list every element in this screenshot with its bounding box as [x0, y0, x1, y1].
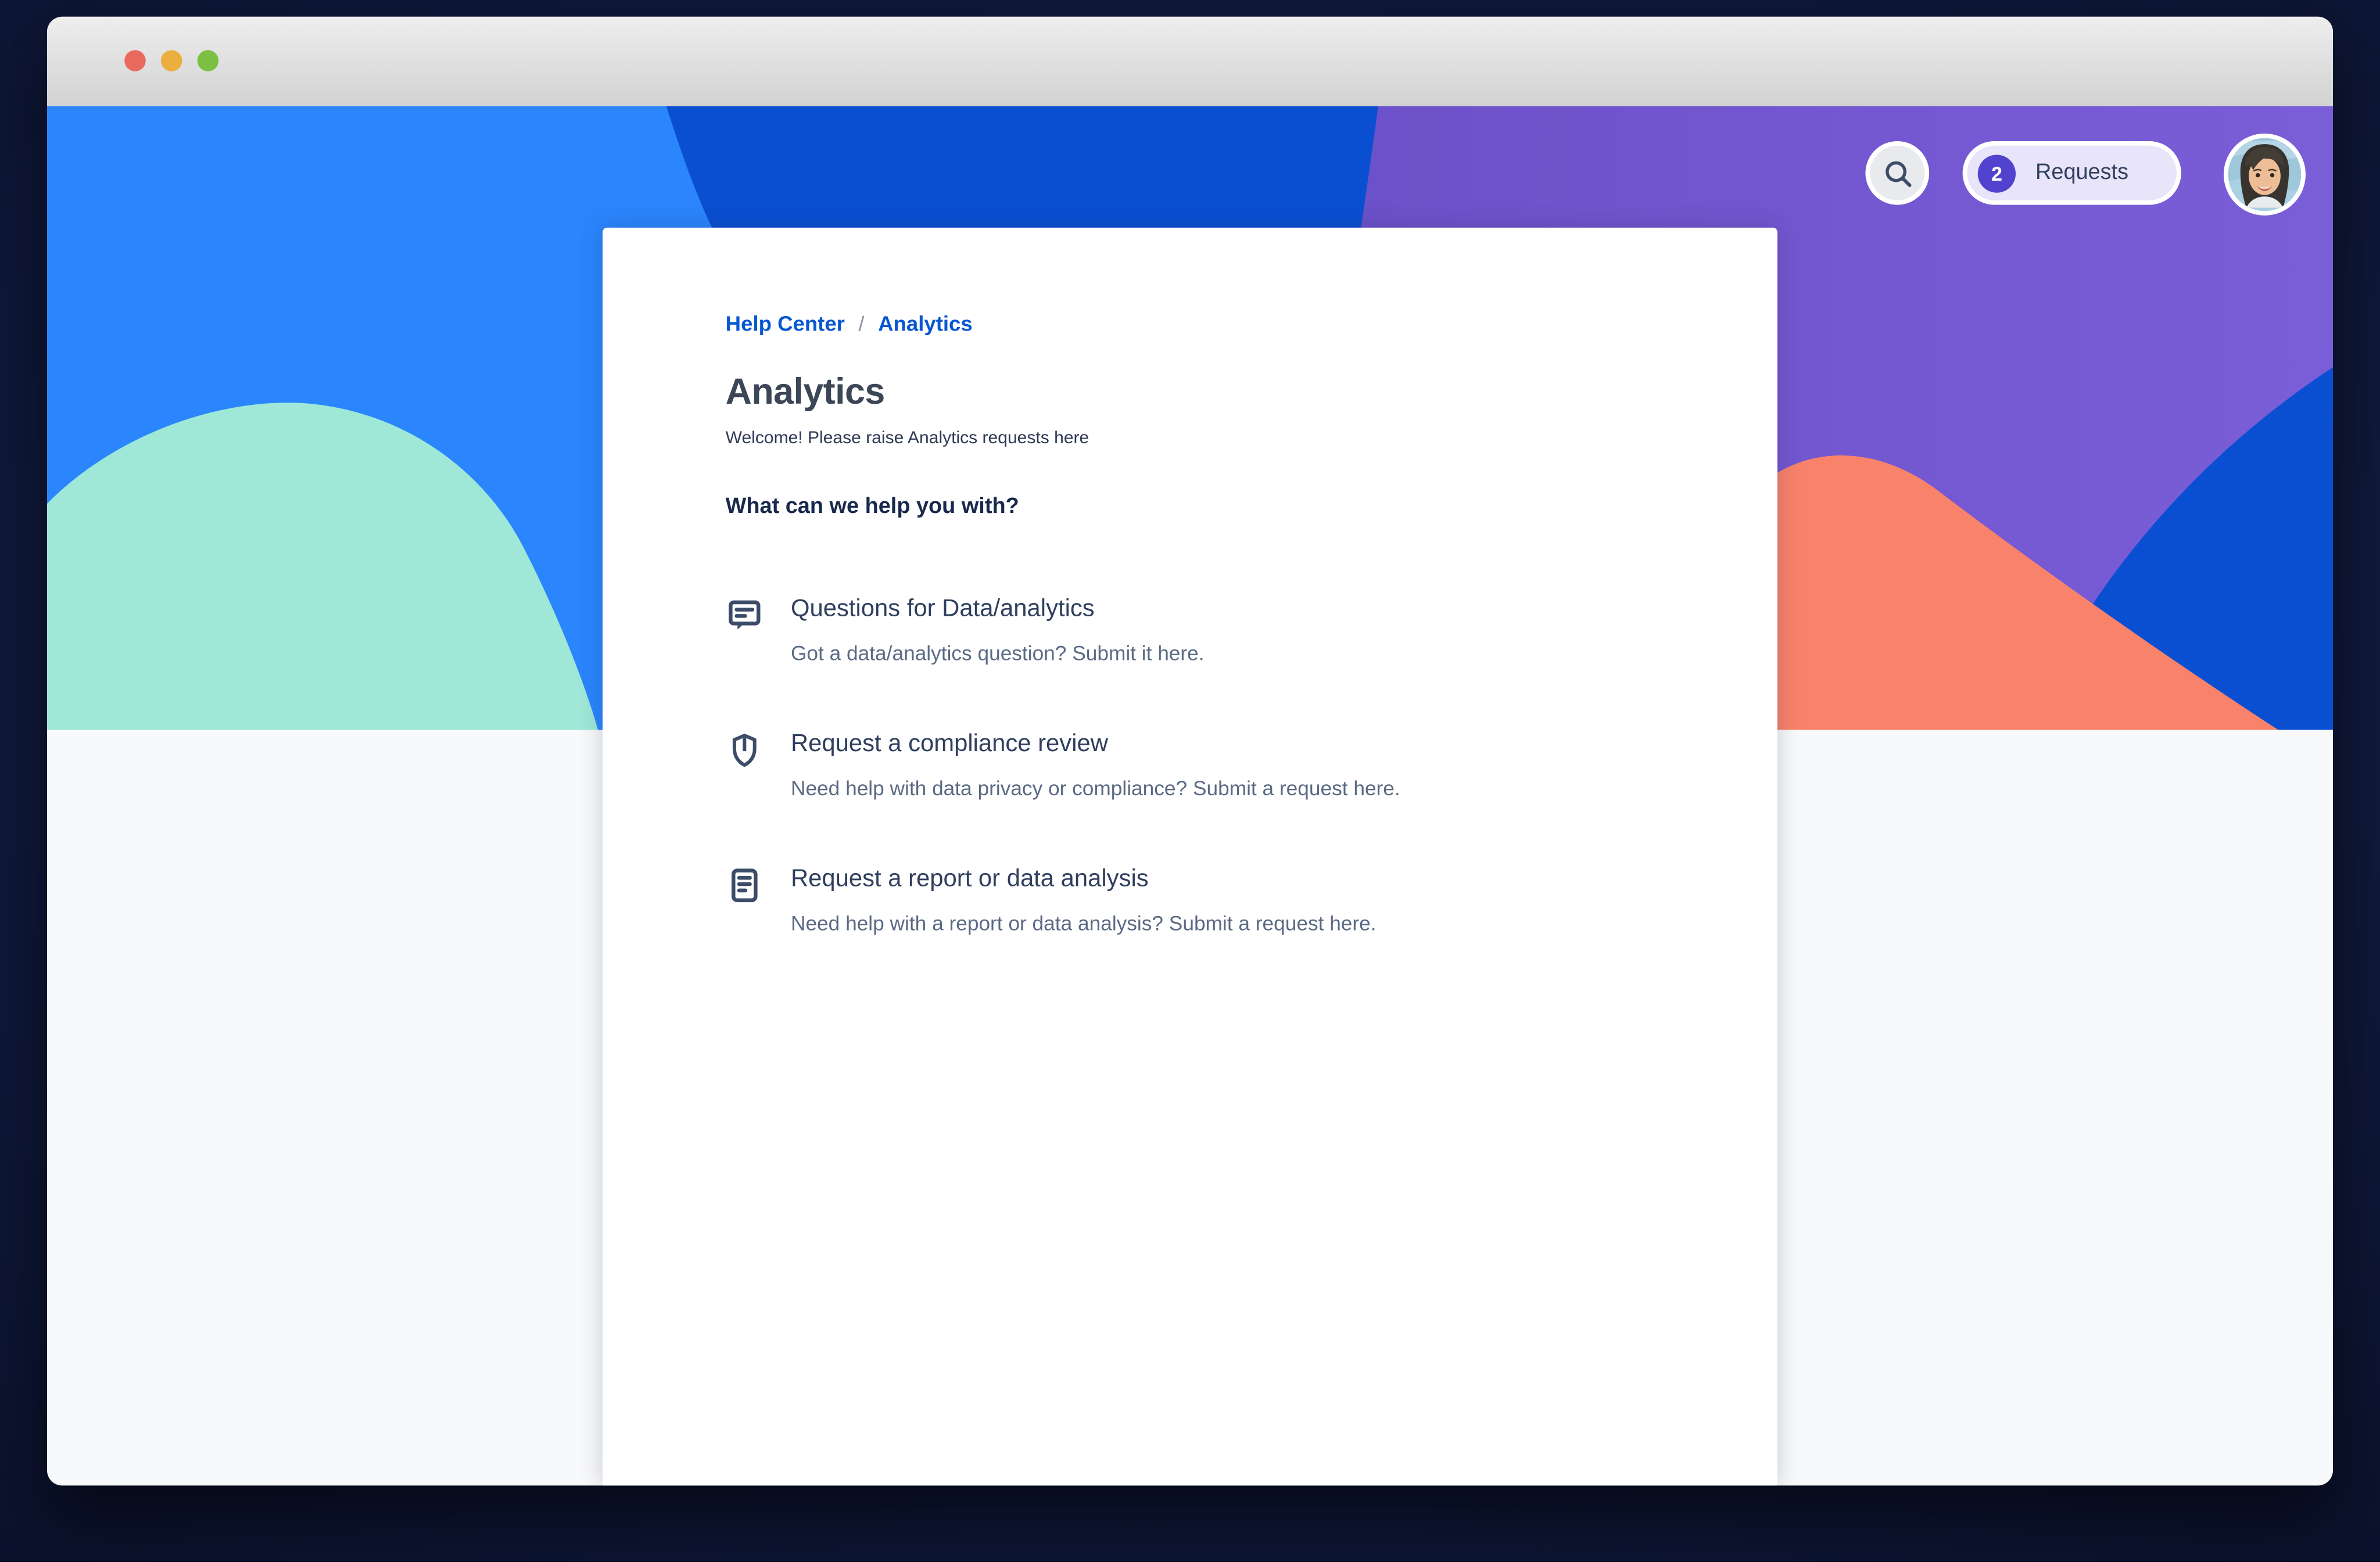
breadcrumb-link-analytics[interactable]: Analytics	[878, 311, 973, 336]
requests-button-label: Requests	[2035, 160, 2129, 185]
zoom-window-button[interactable]	[197, 50, 219, 71]
search-icon	[1884, 160, 1911, 186]
app-window: 2 Requests Help Center / Analytics Analy…	[46, 16, 2334, 1486]
desktop-background: 2 Requests Help Center / Analytics Analy…	[0, 0, 2380, 1562]
request-type-description: Need help with a report or data analysis…	[790, 911, 1377, 935]
request-type-description: Got a data/analytics question? Submit it…	[790, 641, 1205, 665]
minimize-window-button[interactable]	[160, 50, 182, 71]
user-avatar[interactable]	[2223, 133, 2306, 216]
shield-icon	[726, 731, 765, 771]
page-title: Analytics	[725, 372, 886, 413]
request-type-title: Request a compliance review	[790, 731, 1108, 757]
portal-card: Help Center / Analytics Analytics Welcom…	[603, 227, 1777, 1486]
page-subtitle: Welcome! Please raise Analytics requests…	[725, 429, 1089, 448]
request-type-questions[interactable]: Questions for Data/analytics Got a data/…	[726, 595, 1687, 666]
request-type-text: Request a compliance review Need help wi…	[791, 730, 1400, 801]
search-button[interactable]	[1865, 141, 1930, 205]
breadcrumb: Help Center / Analytics	[726, 311, 1687, 336]
request-type-title: Questions for Data/analytics	[790, 596, 1095, 623]
close-window-button[interactable]	[124, 50, 146, 71]
request-type-description: Need help with data privacy or complianc…	[790, 777, 1400, 800]
document-icon	[726, 867, 765, 906]
breadcrumb-separator: /	[858, 311, 865, 336]
request-type-report-analysis[interactable]: Request a report or data analysis Need h…	[726, 865, 1687, 936]
comment-icon	[726, 597, 765, 636]
titlebar	[46, 16, 2334, 108]
request-type-text: Request a report or data analysis Need h…	[791, 865, 1377, 936]
request-type-title: Request a report or data analysis	[790, 866, 1149, 893]
section-heading: What can we help you with?	[725, 494, 1019, 519]
breadcrumb-link-help-center[interactable]: Help Center	[726, 311, 845, 336]
avatar-photo	[2228, 138, 2302, 211]
request-type-list: Questions for Data/analytics Got a data/…	[726, 595, 1687, 936]
request-type-text: Questions for Data/analytics Got a data/…	[791, 595, 1205, 666]
requests-count-badge: 2	[1977, 154, 2016, 192]
request-type-compliance-review[interactable]: Request a compliance review Need help wi…	[726, 730, 1687, 801]
requests-button[interactable]: 2 Requests	[1962, 141, 2181, 205]
